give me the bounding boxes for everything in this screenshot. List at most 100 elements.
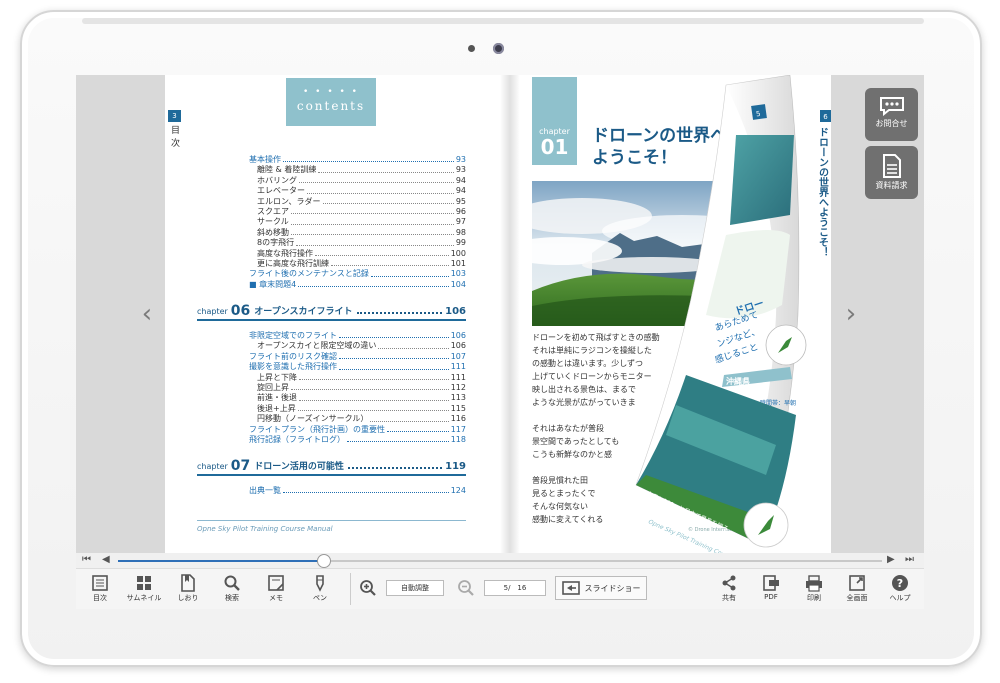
toc-entry-page: 97 bbox=[455, 217, 466, 227]
leader-dots bbox=[387, 430, 449, 432]
toc-entry[interactable]: 旋回上昇 112 bbox=[249, 383, 466, 393]
leader-dots bbox=[347, 467, 443, 469]
toc-entry-label: サークル bbox=[257, 217, 289, 227]
pen-button[interactable]: ペン bbox=[298, 572, 342, 603]
next-page-icon[interactable]: ▶ bbox=[887, 554, 895, 565]
contents-title: contents bbox=[296, 99, 366, 113]
toc-entry[interactable]: 非限定空域でのフライト 106 bbox=[249, 331, 466, 341]
prev-page-arrow-icon[interactable]: ‹ bbox=[136, 300, 158, 328]
toc-entry[interactable]: 前進・後退 113 bbox=[249, 393, 466, 403]
toc-entry[interactable]: 円移動（ノーズインサークル） 116 bbox=[249, 414, 466, 424]
toc-entry[interactable]: 撮影を意識した飛行操作 111 bbox=[249, 362, 466, 372]
toc-entry[interactable]: 基本操作 93 bbox=[249, 155, 466, 165]
help-button[interactable]: ? ヘルプ bbox=[878, 572, 922, 603]
toc-entry[interactable]: スクエア 96 bbox=[249, 207, 466, 217]
toc-list-chapter07: 出典一覧 124 bbox=[249, 486, 466, 496]
toc-entry[interactable]: 飛行記録（フライトログ） 118 bbox=[249, 435, 466, 445]
progress-track[interactable] bbox=[118, 560, 882, 562]
toc-entry[interactable]: サークル 97 bbox=[249, 217, 466, 227]
zoom-out-icon[interactable] bbox=[457, 579, 475, 597]
toc-entry-page: 93 bbox=[455, 165, 466, 175]
toc-entry[interactable]: 高度な飛行操作 100 bbox=[249, 249, 466, 259]
toc-entry-page: 124 bbox=[450, 485, 466, 495]
toc-entry-page: 112 bbox=[450, 382, 466, 392]
chapter-box: chapter 01 bbox=[532, 77, 577, 165]
bookmark-button[interactable]: しおり bbox=[166, 572, 210, 603]
toc-entry-page: 118 bbox=[450, 434, 466, 444]
chapter-kicker: chapter bbox=[197, 307, 228, 316]
toc-entry[interactable]: 更に高度な飛行訓練 101 bbox=[249, 259, 466, 269]
toc-entry-page: 94 bbox=[455, 186, 466, 196]
toc-entry-page: 106 bbox=[450, 341, 466, 351]
memo-label: メモ bbox=[269, 594, 283, 602]
chapter-07-heading[interactable]: chapter 07 ドローン活用の可能性 119 bbox=[197, 458, 466, 476]
vertical-section-label: 目次 bbox=[171, 126, 181, 149]
left-page[interactable]: • • • • • contents 3 目次 基本操作 93 離陸 & 着陸訓練 9… bbox=[165, 75, 510, 553]
print-button[interactable]: 印刷 bbox=[792, 572, 836, 603]
toc-entry[interactable]: 出典一覧 124 bbox=[249, 486, 466, 496]
print-label: 印刷 bbox=[807, 594, 821, 602]
toc-entry[interactable]: 斜め移動 98 bbox=[249, 228, 466, 238]
share-button[interactable]: 共有 bbox=[707, 572, 751, 603]
slideshow-button[interactable]: スライドショー bbox=[555, 576, 647, 600]
toc-entry[interactable]: フライト前のリスク確認 107 bbox=[249, 352, 466, 362]
toc-entry[interactable]: エルロン、ラダー 95 bbox=[249, 197, 466, 207]
leader-dots bbox=[291, 213, 454, 215]
toc-entry[interactable]: 後退+上昇 115 bbox=[249, 404, 466, 414]
progress-thumb[interactable] bbox=[317, 554, 332, 568]
leader-dots bbox=[299, 182, 454, 184]
toc-entry-label: 後退+上昇 bbox=[257, 403, 296, 413]
toc-entry[interactable]: オープンスカイと限定空域の違い 106 bbox=[249, 341, 466, 351]
memo-button[interactable]: メモ bbox=[254, 572, 298, 603]
contents-banner: • • • • • contents bbox=[286, 78, 376, 126]
contact-button[interactable]: お問合せ bbox=[865, 88, 918, 141]
body-line: 感動に変えてくれる bbox=[532, 515, 604, 524]
toc-entry[interactable]: ■ 章末問題4 104 bbox=[249, 280, 466, 290]
fullscreen-button[interactable]: 全画面 bbox=[835, 572, 879, 603]
toc-entry[interactable]: 上昇と下降 111 bbox=[249, 373, 466, 383]
toc-button[interactable]: 目次 bbox=[78, 572, 122, 603]
progress-fill bbox=[118, 560, 325, 562]
chapter-06-heading[interactable]: chapter 06 オープンスカイフライト 106 bbox=[197, 303, 466, 321]
page-number: 3 bbox=[168, 110, 181, 122]
toc-entry-page: 101 bbox=[450, 258, 466, 268]
toc-entry-label: 高度な飛行操作 bbox=[257, 248, 313, 258]
page-progress-bar[interactable]: ⏮ ◀ ▶ ⏭ bbox=[76, 553, 924, 568]
leader-dots bbox=[298, 286, 449, 288]
toc-entry[interactable]: フライトプラン（飛行計画）の重要性 117 bbox=[249, 425, 466, 435]
body-line: それは単純にラジコンを操縦した bbox=[532, 346, 652, 355]
document-icon bbox=[882, 154, 901, 178]
thumbnail-label: サムネイル bbox=[126, 594, 162, 602]
auto-fit-button[interactable]: 自動調整 bbox=[386, 580, 444, 596]
leader-dots bbox=[339, 337, 449, 339]
leader-dots bbox=[290, 223, 454, 225]
toc-entry[interactable]: フライト後のメンテナンスと記録 103 bbox=[249, 269, 466, 279]
toc-entry[interactable]: 8の字飛行 99 bbox=[249, 238, 466, 248]
body-paragraph: ドローンを初めて飛ばすときの感動 それは単純にラジコンを操縦した の感動とは違います… bbox=[532, 331, 682, 409]
zoom-in-icon[interactable] bbox=[359, 579, 377, 597]
chapter-number: 01 bbox=[540, 135, 569, 159]
prev-page-icon[interactable]: ◀ bbox=[102, 554, 110, 565]
next-page-arrow-icon[interactable]: › bbox=[840, 300, 862, 328]
toc-entry-label: フライトプラン（飛行計画）の重要性 bbox=[249, 424, 385, 434]
toc-entry-label: 基本操作 bbox=[249, 154, 281, 164]
toc-entry-label: オープンスカイと限定空域の違い bbox=[257, 341, 377, 351]
toc-entry-page: 100 bbox=[450, 248, 466, 258]
page-number-input[interactable]: 5/ 16 bbox=[484, 580, 546, 596]
toc-entry[interactable]: エレベーター 94 bbox=[249, 186, 466, 196]
search-button[interactable]: 検索 bbox=[210, 572, 254, 603]
share-label: 共有 bbox=[722, 594, 736, 602]
toc-entry[interactable]: ホバリング 94 bbox=[249, 176, 466, 186]
right-page[interactable]: chapter 01 ドローンの世界へ ようこそ！ ドローンを初めて飛ばすときの… bbox=[510, 75, 831, 553]
leader-dots bbox=[299, 399, 449, 401]
chapter-kicker: chapter bbox=[197, 462, 228, 471]
toc-entry-label: 出典一覧 bbox=[249, 485, 281, 495]
pdf-button[interactable]: PDF bbox=[749, 572, 793, 601]
toc-entry[interactable]: 離陸 & 着陸訓練 93 bbox=[249, 165, 466, 175]
share-icon bbox=[722, 575, 736, 591]
last-page-icon[interactable]: ⏭ bbox=[905, 554, 914, 565]
thumbnail-button[interactable]: サムネイル bbox=[122, 572, 166, 603]
toc-entry-page: 115 bbox=[450, 403, 466, 413]
first-page-icon[interactable]: ⏮ bbox=[82, 554, 91, 565]
request-materials-button[interactable]: 資料請求 bbox=[865, 146, 918, 199]
